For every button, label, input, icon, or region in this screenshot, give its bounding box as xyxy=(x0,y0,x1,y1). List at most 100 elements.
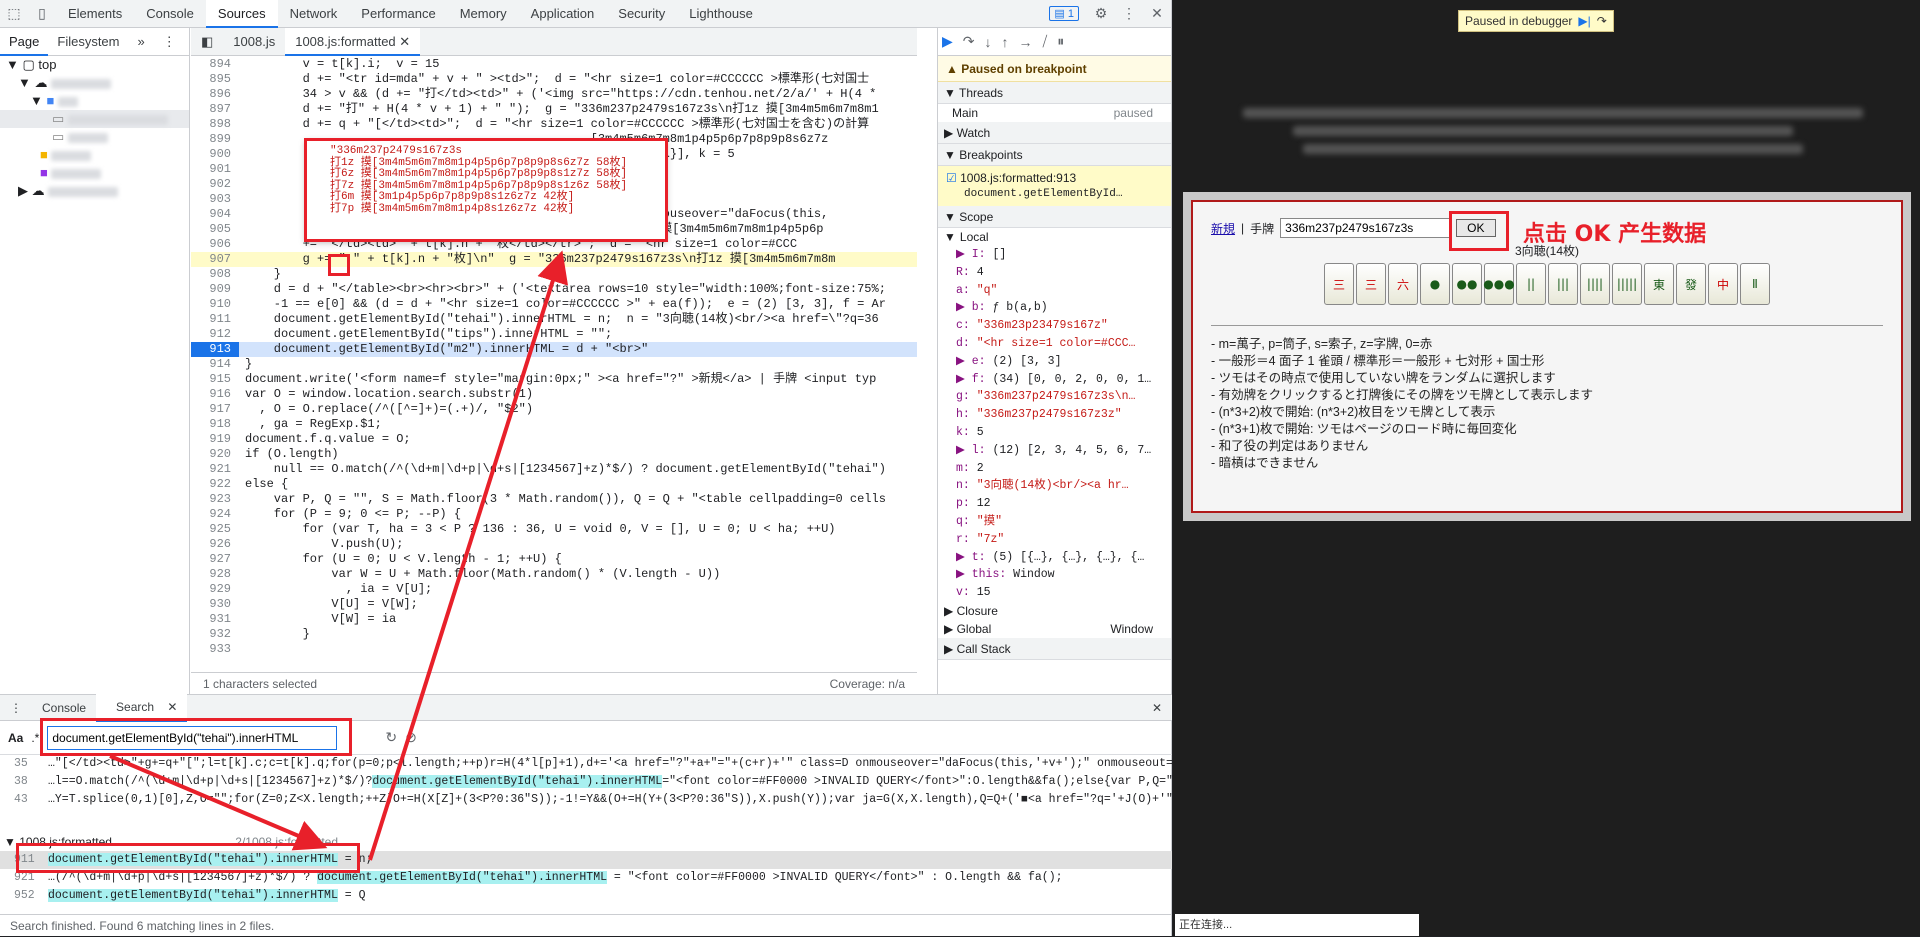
hand-input[interactable] xyxy=(1280,218,1451,238)
code-line[interactable]: 930 V[U] = V[W]; xyxy=(191,597,917,612)
tab-search[interactable]: Search ✕ xyxy=(96,693,188,722)
close-tab-icon[interactable]: ✕ xyxy=(399,34,410,49)
resume-icon[interactable]: ▶ xyxy=(942,33,953,50)
code-line[interactable]: 897 d += "打" + H(4 * v + 1) + " "); g = … xyxy=(191,102,917,117)
mahjong-tile[interactable]: 三 xyxy=(1324,263,1354,305)
scope-variable[interactable]: c: "336m23p23479s167z" xyxy=(938,317,1171,335)
line-number[interactable]: 902 xyxy=(191,177,239,192)
issues-badge[interactable]: ▤ 1 xyxy=(1049,6,1079,21)
search-result[interactable]: 38 …l==O.match(/^(\d+m|\d+p|\d+s|[1234567… xyxy=(0,773,1172,791)
code-line[interactable]: 894 v = t[k].i; v = 15 xyxy=(191,57,917,72)
code-line-breakpoint[interactable]: 913 document.getElementById("m2").innerH… xyxy=(191,342,917,357)
step-out-icon[interactable]: ↑ xyxy=(1002,34,1009,50)
mahjong-tile[interactable]: ●● xyxy=(1452,263,1482,305)
code-line[interactable]: 917 , O = O.replace(/^([^=]+)=(.+)/, "$2… xyxy=(191,402,917,417)
code-line[interactable]: 926 V.push(U); xyxy=(191,537,917,552)
line-number[interactable]: 895 xyxy=(191,72,239,87)
code-line[interactable]: 932 } xyxy=(191,627,917,642)
code-line[interactable]: 933 xyxy=(191,642,917,657)
line-number[interactable]: 929 xyxy=(191,582,239,597)
line-number[interactable]: 896 xyxy=(191,87,239,102)
tab-console-drawer[interactable]: Console xyxy=(32,695,96,721)
line-number[interactable]: 897 xyxy=(191,102,239,117)
code-line[interactable]: 907 g += " " + t[k].n + "枚]\n" g = "336m… xyxy=(191,252,917,267)
device-toolbar-icon[interactable]: ▯ xyxy=(28,0,56,28)
scope-variable[interactable]: n: "3向聴(14枚)<br/><a hr… xyxy=(938,477,1171,495)
tree-item-folder[interactable]: ■ xyxy=(0,146,189,164)
search-result[interactable]: 921 …(/^(\d+m|\d+p|\d+s|[1234567]+z)*$/) … xyxy=(0,869,1172,887)
scope-variable[interactable]: h: "336m237p2479s167z3z" xyxy=(938,406,1171,424)
code-line[interactable]: 915 document.write('<form name=f style="m… xyxy=(191,372,917,387)
line-number[interactable]: 931 xyxy=(191,612,239,627)
mahjong-tile[interactable]: 三 xyxy=(1356,263,1386,305)
scope-variable[interactable]: g: "336m237p2479s167z3s\n… xyxy=(938,388,1171,406)
code-line[interactable]: 924 for (P = 9; 0 <= P; --P) { xyxy=(191,507,917,522)
line-number[interactable]: 922 xyxy=(191,477,239,492)
code-line[interactable]: 931 V[W] = ia xyxy=(191,612,917,627)
search-input[interactable] xyxy=(47,725,338,750)
mahjong-tile[interactable]: ||| xyxy=(1548,263,1578,305)
scope-variable[interactable]: k: 5 xyxy=(938,424,1171,442)
scope-variable[interactable]: ▶ l: (12) [2, 3, 4, 5, 6, 7… xyxy=(938,442,1171,460)
line-number[interactable]: 894 xyxy=(191,57,239,72)
code-line[interactable]: 928 var W = U + Math.floor(Math.random()… xyxy=(191,567,917,582)
scope-variable[interactable]: r: "7z" xyxy=(938,531,1171,549)
more-tabs-icon[interactable]: » xyxy=(129,28,154,56)
line-number[interactable]: 903 xyxy=(191,192,239,207)
tab-filesystem[interactable]: Filesystem xyxy=(48,28,128,56)
code-line[interactable]: 921 null == O.match(/^(\d+m|\d+p|\d+s|[1… xyxy=(191,462,917,477)
line-number[interactable]: 913 xyxy=(191,342,239,357)
clear-icon[interactable]: ⊘ xyxy=(405,729,417,746)
code-line[interactable]: 908 } xyxy=(191,267,917,282)
line-number[interactable]: 932 xyxy=(191,627,239,642)
line-number[interactable]: 907 xyxy=(191,252,239,267)
tab-security[interactable]: Security xyxy=(606,0,677,28)
deactivate-breakpoints-icon[interactable]: ⧸ xyxy=(1043,33,1048,50)
close-icon[interactable]: ✕ xyxy=(1143,0,1171,28)
navigator-menu-icon[interactable]: ⋮ xyxy=(154,28,185,56)
tab-network[interactable]: Network xyxy=(278,0,350,28)
line-number[interactable]: 901 xyxy=(191,162,239,177)
scope-local[interactable]: ▼ Local xyxy=(938,228,1171,246)
scope-variable[interactable]: ▶ b: ƒ b(a,b) xyxy=(938,299,1171,317)
callstack-section[interactable]: ▶ Call Stack xyxy=(938,637,1171,660)
code-line[interactable]: 896 34 > v && (d += "打</td><td>" + ('<im… xyxy=(191,87,917,102)
step-over-icon[interactable]: ↷ xyxy=(963,33,975,50)
scope-variable[interactable]: d: "<hr size=1 color=#CCC… xyxy=(938,335,1171,353)
line-number[interactable]: 908 xyxy=(191,267,239,282)
drawer-menu-icon[interactable]: ⋮ xyxy=(0,695,32,721)
scope-variable[interactable]: ▶ e: (2) [3, 3] xyxy=(938,353,1171,371)
step-into-icon[interactable]: ↓ xyxy=(985,34,992,50)
line-number[interactable]: 910 xyxy=(191,297,239,312)
line-number[interactable]: 911 xyxy=(191,312,239,327)
tab-memory[interactable]: Memory xyxy=(448,0,519,28)
line-number[interactable]: 899 xyxy=(191,132,239,147)
scope-variable[interactable]: a: "q" xyxy=(938,282,1171,300)
mahjong-tile[interactable]: 六 xyxy=(1388,263,1418,305)
scope-variable[interactable]: p: 12 xyxy=(938,495,1171,513)
tree-item-file[interactable]: ▭ xyxy=(0,110,189,128)
search-result[interactable]: 911 document.getElementById("tehai").inne… xyxy=(0,851,1172,869)
line-number[interactable]: 916 xyxy=(191,387,239,402)
resume-icon[interactable]: ▶| xyxy=(1578,11,1590,31)
tab-application[interactable]: Application xyxy=(519,0,607,28)
scope-variable[interactable]: v: 15 xyxy=(938,584,1171,602)
tab-sources[interactable]: Sources xyxy=(205,0,278,28)
match-case-toggle[interactable]: Aa xyxy=(8,731,23,745)
more-icon[interactable]: ⋮ xyxy=(1115,0,1143,28)
mahjong-tile[interactable]: ● xyxy=(1420,263,1450,305)
line-number[interactable]: 900 xyxy=(191,147,239,162)
line-number[interactable]: 927 xyxy=(191,552,239,567)
code-line[interactable]: 916 var O = window.location.search.substr… xyxy=(191,387,917,402)
search-result[interactable]: 35 …"[</td><td>"+g+=q+"[";l=t[k].c;c=t[k]… xyxy=(0,755,1172,773)
step-icon[interactable]: → xyxy=(1019,34,1033,50)
tab-elements[interactable]: Elements xyxy=(56,0,134,28)
code-line[interactable]: 909 d = d + "</table><br><hr><br>" + ('<… xyxy=(191,282,917,297)
mahjong-tile[interactable]: 中 xyxy=(1708,263,1738,305)
line-number[interactable]: 906 xyxy=(191,237,239,252)
line-number[interactable]: 924 xyxy=(191,507,239,522)
mahjong-tile[interactable]: 東 xyxy=(1644,263,1674,305)
search-result[interactable]: 43 …Y=T.splice(0,1)[0],Z,O="";for(Z=0;Z<X… xyxy=(0,791,1172,809)
toggle-navigator-icon[interactable]: ◧ xyxy=(191,28,223,56)
line-number[interactable]: 925 xyxy=(191,522,239,537)
